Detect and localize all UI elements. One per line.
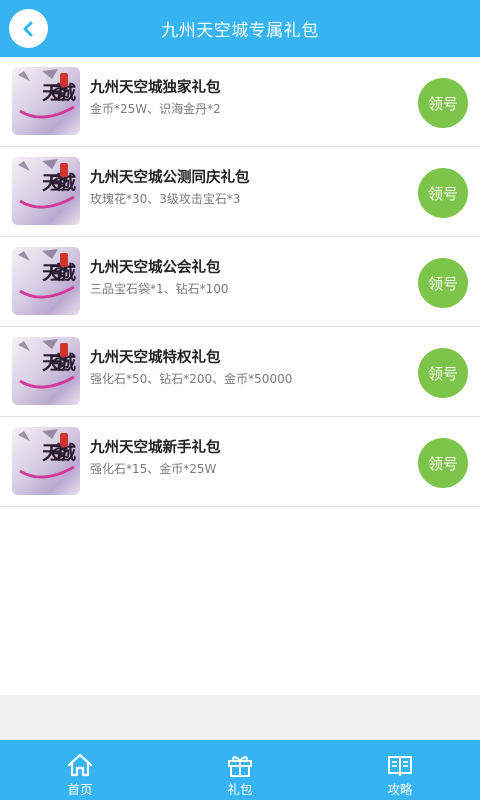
nav-item-gift[interactable]: 礼包 <box>160 740 320 800</box>
gift-desc: 强化石*50、钻石*200、金币*50000 <box>90 372 293 386</box>
back-chevron-icon <box>23 21 32 36</box>
claim-button[interactable]: 领号 <box>418 168 468 218</box>
header-bar: 九州天空城专属礼包 <box>0 0 480 57</box>
thumb-logo-text-4: 天空城 <box>42 351 76 374</box>
thumb-logo-text-5: 天空城 <box>42 441 76 464</box>
game-thumbnail: 天空城 <box>12 67 80 135</box>
gift-title: 九州天空城公会礼包 <box>90 260 221 276</box>
gift-row[interactable]: 天空城 九州天空城公测同庆礼包 玫瑰花*30、3级攻击宝石*3 领号 <box>0 147 480 237</box>
nav-label: 首页 <box>67 782 93 797</box>
nav-label: 攻略 <box>387 782 413 797</box>
gift-list: 天空城 九州天空城独家礼包 金币*25W、识海金丹*2 领号 天空城 九州天空城… <box>0 57 480 695</box>
gift-desc: 玫瑰花*30、3级攻击宝石*3 <box>90 192 241 206</box>
book-icon <box>388 756 412 776</box>
gift-row[interactable]: 天空城 九州天空城公会礼包 三品宝石袋*1、钻石*100 领号 <box>0 237 480 327</box>
thumb-logo-text-3: 天空城 <box>42 261 76 284</box>
gift-desc: 强化石*15、金币*25W <box>90 462 217 476</box>
game-thumbnail: 天空城 <box>12 337 80 405</box>
game-thumbnail: 天空城 <box>12 247 80 315</box>
thumb-logo-text-1: 天空城 <box>42 81 76 104</box>
claim-button[interactable]: 领号 <box>418 78 468 128</box>
bottom-nav: 首页 礼包 攻略 <box>0 740 480 800</box>
claim-button[interactable]: 领号 <box>418 258 468 308</box>
home-icon <box>67 753 93 777</box>
nav-item-guide[interactable]: 攻略 <box>320 740 480 800</box>
game-thumbnail: 天空城 <box>12 427 80 495</box>
gift-icon <box>228 756 252 777</box>
gift-desc: 金币*25W、识海金丹*2 <box>90 102 221 116</box>
gift-title: 九州天空城特权礼包 <box>90 350 221 366</box>
back-button[interactable] <box>9 9 48 48</box>
gift-row[interactable]: 天空城 九州天空城特权礼包 强化石*50、钻石*200、金币*50000 领号 <box>0 327 480 417</box>
thumb-logo-text-2: 天空城 <box>42 171 76 194</box>
game-thumbnail: 天空城 <box>12 157 80 225</box>
nav-label: 礼包 <box>227 782 253 797</box>
gift-title: 九州天空城独家礼包 <box>90 80 221 96</box>
gift-row[interactable]: 天空城 九州天空城独家礼包 金币*25W、识海金丹*2 领号 <box>0 57 480 147</box>
gift-desc: 三品宝石袋*1、钻石*100 <box>90 282 229 296</box>
nav-item-home[interactable]: 首页 <box>0 740 160 800</box>
claim-button[interactable]: 领号 <box>418 348 468 398</box>
gift-title: 九州天空城公测同庆礼包 <box>90 170 250 186</box>
claim-button[interactable]: 领号 <box>418 438 468 488</box>
page-title: 九州天空城专属礼包 <box>161 21 319 41</box>
gift-title: 九州天空城新手礼包 <box>90 440 221 456</box>
gift-row[interactable]: 天空城 九州天空城新手礼包 强化石*15、金币*25W 领号 <box>0 417 480 507</box>
